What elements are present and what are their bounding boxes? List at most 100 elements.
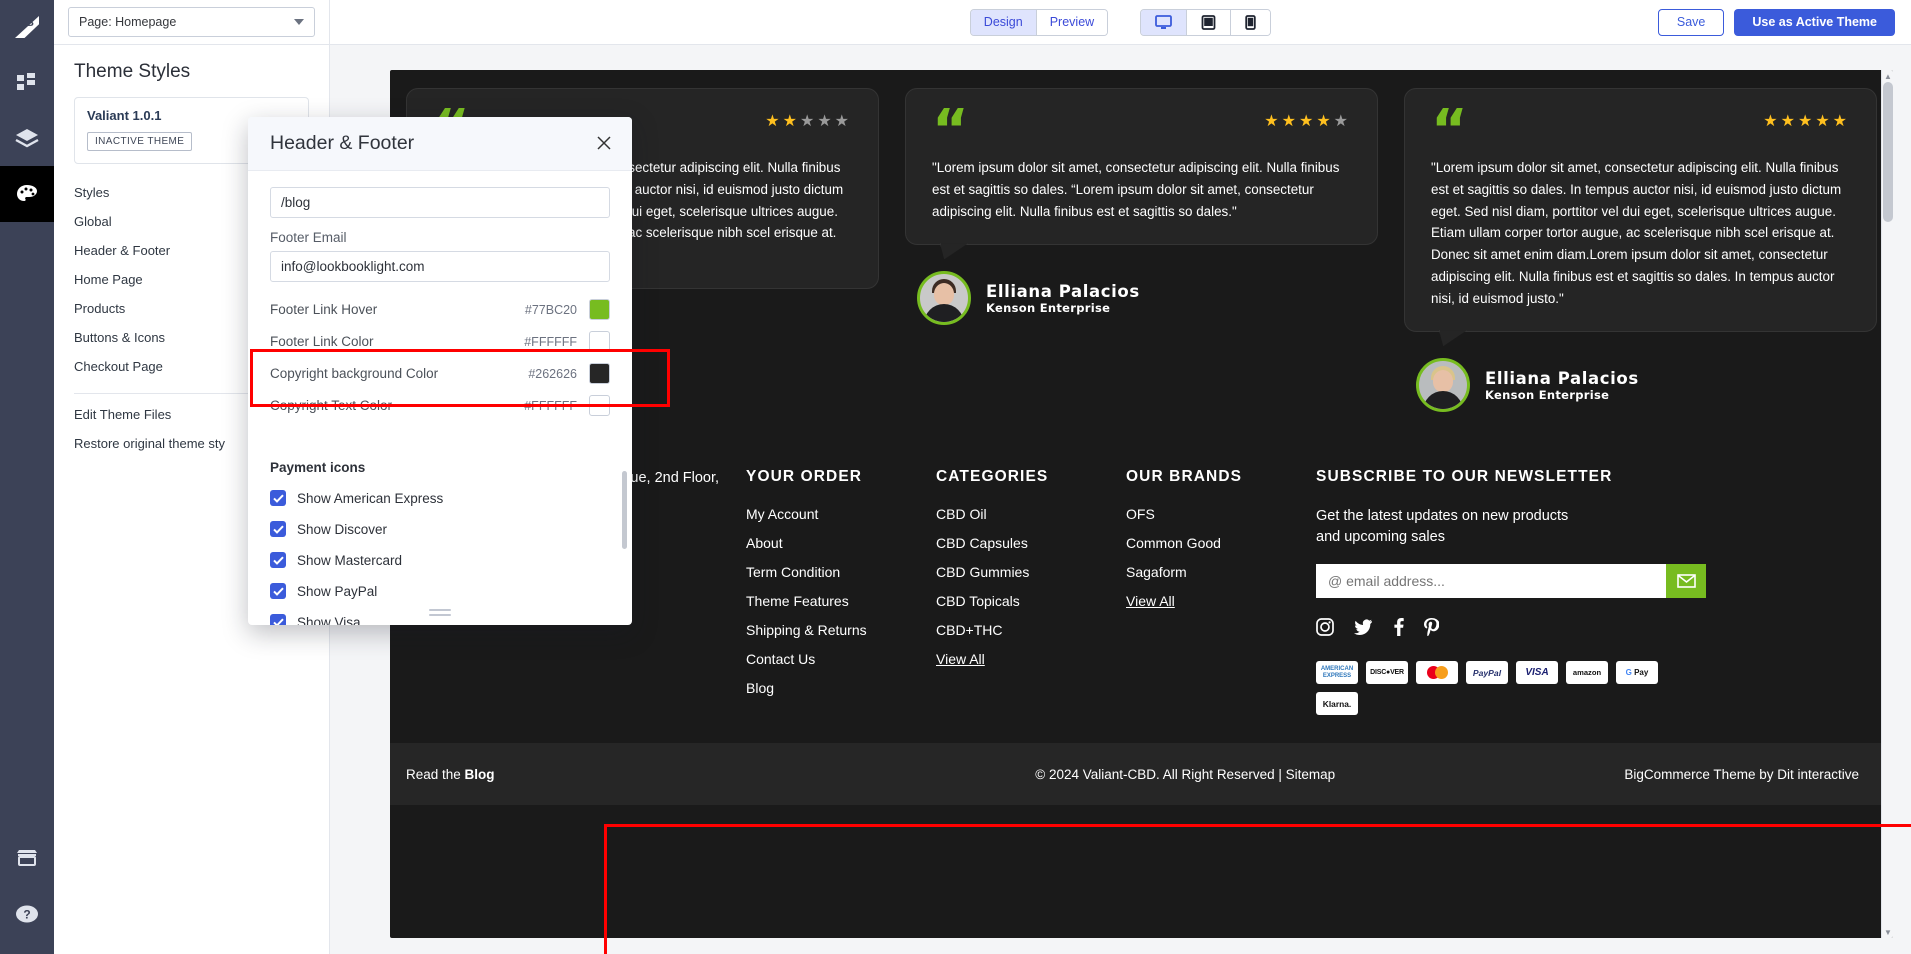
quote-icon: “ (1431, 98, 1468, 163)
checkbox-show-discover[interactable]: Show Discover (270, 518, 610, 541)
color-row-copyright-background-color[interactable]: Copyright background Color #262626 (270, 358, 610, 390)
pinterest-icon[interactable] (1424, 618, 1440, 641)
color-hex: #FFFFFF (524, 398, 577, 413)
footer-link[interactable]: Common Good (1126, 535, 1306, 551)
scroll-up-arrow-icon[interactable]: ▲ (1882, 70, 1893, 82)
tablet-icon[interactable] (1187, 9, 1232, 35)
footer-email-input[interactable] (270, 250, 610, 282)
apps-icon[interactable] (0, 54, 54, 110)
page-select[interactable]: Page: Homepage (68, 7, 315, 37)
klarna-icon: Klarna. (1316, 692, 1358, 716)
color-row-label: Footer Link Color (270, 334, 374, 350)
avatar (917, 271, 971, 326)
footer-link[interactable]: CBD Topicals (936, 593, 1116, 609)
tab-preview[interactable]: Preview (1036, 9, 1108, 35)
color-row-value: #FFFFFF (524, 331, 610, 353)
storefront-icon[interactable] (0, 830, 54, 886)
footer-link[interactable]: About (746, 535, 926, 551)
tab-design[interactable]: Design (970, 9, 1037, 35)
color-row-label: Copyright background Color (270, 366, 439, 382)
checkbox-checked-icon[interactable] (270, 552, 286, 569)
mobile-icon[interactable] (1231, 9, 1271, 35)
desktop-icon[interactable] (1141, 9, 1188, 35)
modal-header: Header & Footer (248, 117, 632, 171)
color-swatch[interactable] (589, 395, 610, 417)
copyright-blog-bold: Blog (464, 766, 495, 782)
testimonial-header: “ ★★★★★ (932, 102, 1351, 158)
close-icon[interactable] (594, 133, 614, 153)
color-swatch[interactable] (589, 299, 610, 321)
footer-email-label: Footer Email (270, 229, 347, 245)
footer-link[interactable]: CBD Oil (936, 506, 1116, 522)
blog-url-input[interactable] (270, 186, 610, 218)
rating-stars: ★★★★★ (1763, 113, 1850, 130)
use-as-active-theme-button[interactable]: Use as Active Theme (1734, 8, 1895, 36)
testimonial-quote: "Lorem ipsum dolor sit amet, consectetur… (1431, 160, 1842, 306)
modal-resize-grip[interactable] (429, 609, 451, 619)
copyright-bar: Read the Blog © 2024 Valiant-CBD. All Ri… (390, 743, 1893, 806)
footer-link[interactable]: Theme Features (746, 593, 926, 609)
color-row-label: Footer Link Hover (270, 302, 378, 318)
checkbox-label: Show American Express (297, 490, 444, 506)
checkbox-checked-icon[interactable] (270, 614, 286, 625)
author-name: Elliana Palacios (1485, 368, 1639, 388)
footer-link[interactable]: CBD+THC (936, 622, 1116, 638)
footer-link[interactable]: Sagaform (1126, 564, 1306, 580)
footer-link[interactable]: Term Condition (746, 564, 926, 580)
modal-scrollbar-thumb[interactable] (622, 470, 627, 549)
layers-icon[interactable] (0, 110, 54, 166)
footer-link[interactable]: Shipping & Returns (746, 622, 926, 638)
footer-link[interactable]: Blog (746, 680, 926, 696)
mastercard-icon (1416, 661, 1458, 685)
color-row-value: #77BC20 (525, 299, 610, 321)
status-badge: INACTIVE THEME (87, 132, 193, 151)
app-root: B ? Page: Homepage Theme Styles Valiant … (0, 0, 1911, 954)
author-role: Kenson Enterprise (1485, 387, 1610, 402)
preview-scrollbar[interactable]: ▲ ▼ (1881, 70, 1893, 938)
envelope-icon[interactable] (1666, 564, 1706, 599)
color-swatch[interactable] (589, 363, 610, 385)
scroll-down-arrow-icon[interactable]: ▼ (1882, 926, 1893, 938)
color-swatch[interactable] (589, 331, 610, 353)
footer-link[interactable]: OFS (1126, 506, 1306, 522)
checkbox-show-mastercard[interactable]: Show Mastercard (270, 549, 610, 572)
email-input[interactable] (1316, 564, 1666, 599)
color-row-label: Copyright Text Color (270, 398, 393, 414)
save-button[interactable]: Save (1657, 8, 1725, 36)
copyright-blog-link[interactable]: Read the Blog (406, 767, 746, 782)
discover-icon: DISC●VER (1366, 661, 1408, 685)
checkbox-show-paypal[interactable]: Show PayPal (270, 580, 610, 603)
payment-badges: AMERICAN EXPRESS DISC●VER PayPal VISA ama… (1316, 661, 1696, 716)
footer-link[interactable]: CBD Capsules (936, 535, 1116, 551)
color-row-footer-link-color[interactable]: Footer Link Color #FFFFFF (270, 326, 610, 358)
help-icon[interactable]: ? (0, 886, 54, 942)
scrollbar-thumb[interactable] (1883, 82, 1893, 222)
footer-link[interactable]: Contact Us (746, 651, 926, 667)
footer-link[interactable]: My Account (746, 506, 926, 522)
footer-link-view-all[interactable]: View All (1126, 593, 1306, 609)
color-row-value: #262626 (528, 363, 610, 385)
amex-icon: AMERICAN EXPRESS (1316, 661, 1358, 685)
footer-link[interactable]: CBD Gummies (936, 564, 1116, 580)
svg-text:B: B (26, 17, 34, 29)
checkbox-show-american-express[interactable]: Show American Express (270, 487, 610, 510)
author-role: Kenson Enterprise (986, 300, 1111, 315)
facebook-icon[interactable] (1393, 618, 1404, 641)
newsletter-heading: SUBSCRIBE TO OUR NEWSLETTER (1316, 468, 1613, 486)
twitter-icon[interactable] (1354, 619, 1373, 640)
bigcommerce-logo-icon[interactable]: B (0, 0, 54, 54)
color-row-copyright-text-color[interactable]: Copyright Text Color #FFFFFF (270, 390, 610, 422)
checkbox-checked-icon[interactable] (270, 490, 286, 507)
testimonial-bubble: “ ★★★★★ "Lorem ipsum dolor sit amet, con… (1404, 88, 1877, 333)
footer-link-view-all[interactable]: View All (936, 651, 1116, 667)
checkbox-checked-icon[interactable] (270, 583, 286, 600)
page-select-value: Page: Homepage (79, 15, 177, 29)
color-row-footer-link-hover[interactable]: Footer Link Hover #77BC20 (270, 294, 610, 326)
instagram-icon[interactable] (1316, 618, 1334, 641)
rating-stars: ★★★★★ (1264, 113, 1351, 130)
newsletter-text-line-2: and upcoming sales (1316, 529, 1445, 546)
panel-toolbar: Page: Homepage (54, 0, 329, 45)
checkbox-checked-icon[interactable] (270, 521, 286, 538)
palette-icon[interactable] (0, 166, 54, 222)
header-footer-settings-modal: Header & Footer Footer Email Footer Link… (248, 117, 632, 625)
